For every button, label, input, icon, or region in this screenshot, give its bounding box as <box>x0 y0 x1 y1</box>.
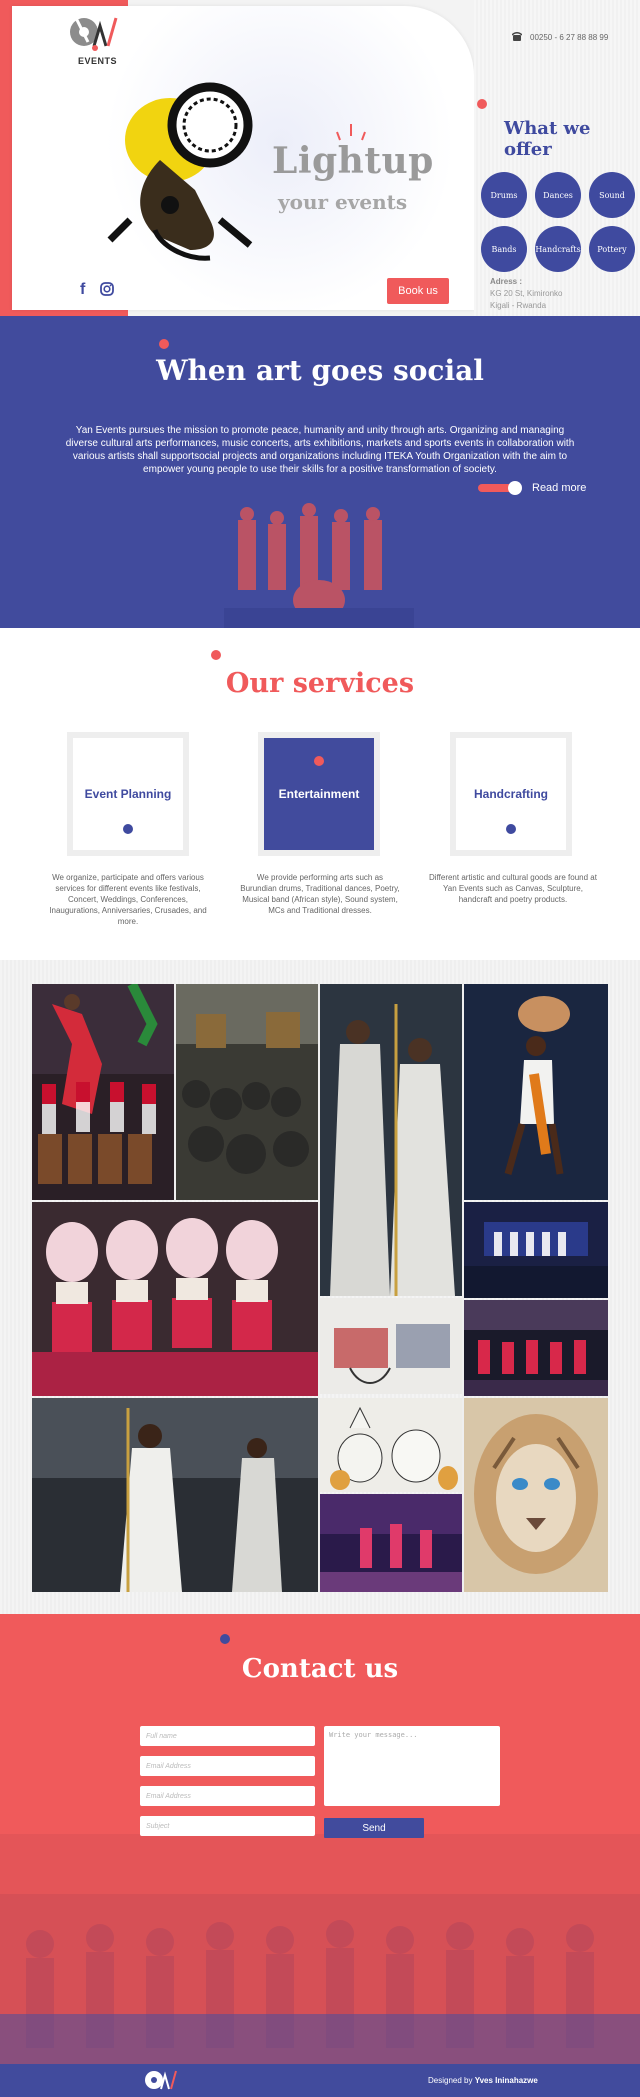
social-links: f <box>80 282 114 298</box>
offer-item-drums[interactable]: Drums <box>481 172 527 218</box>
about-section: When art goes social Yan Events pursues … <box>0 316 640 628</box>
offer-item-pottery[interactable]: Pottery <box>589 226 635 272</box>
gallery-photo-pottery[interactable] <box>320 1398 462 1492</box>
service-desc: Different artistic and cultural goods ar… <box>429 873 597 904</box>
gallery-section <box>0 960 640 1614</box>
decor-dot <box>211 650 221 660</box>
address-line-2: Kigali - Rwanda <box>490 301 547 310</box>
footer-credit-name[interactable]: Yves Ininahazwe <box>475 2076 538 2085</box>
instagram-icon[interactable] <box>100 282 114 298</box>
gallery-photo-audience[interactable] <box>176 984 318 1200</box>
read-more-link[interactable]: Read more <box>478 481 586 495</box>
gallery-photo-purple-stage[interactable] <box>320 1494 462 1592</box>
service-card-handcrafting[interactable]: Handcrafting <box>450 732 572 856</box>
gallery-photo-stage-dancers[interactable] <box>464 1300 608 1396</box>
phone-number: 00250 - 6 27 88 88 99 <box>530 32 609 42</box>
offer-item-bands[interactable]: Bands <box>481 226 527 272</box>
dancer-illustration <box>107 82 253 261</box>
footer: Designed by Yves Ininahazwe <box>0 2064 640 2097</box>
about-text: Yan Events pursues the mission to promot… <box>65 425 575 475</box>
offer-item-dances[interactable]: Dances <box>535 172 581 218</box>
offer-item-handcrafts[interactable]: Handcrafts <box>535 226 581 272</box>
services-title: Our services <box>225 668 415 699</box>
performers-photo <box>224 500 414 628</box>
hero-section: EVENTS Lightup your events f Book us 002… <box>0 0 640 316</box>
footer-credit: Designed by Yves Ininahazwe <box>428 2076 538 2085</box>
service-dot <box>123 824 133 834</box>
hero-subtitle: your events <box>278 190 408 214</box>
address-block: Adress : KG 20 St, Kimironko Kigali - Rw… <box>490 276 562 312</box>
service-label: Handcrafting <box>473 787 548 801</box>
service-label: Event Planning <box>84 787 172 801</box>
gallery-photo-dancer-orange[interactable] <box>464 984 608 1200</box>
service-card-event-planning[interactable]: Event Planning <box>67 732 189 856</box>
crowd-photo <box>0 1834 640 2064</box>
gallery-photo-drummers[interactable] <box>32 984 174 1200</box>
read-more-label[interactable]: Read more <box>532 482 586 494</box>
footer-credit-prefix: Designed by <box>428 2076 475 2085</box>
spark-icon <box>336 124 366 141</box>
footer-logo[interactable] <box>143 2067 177 2094</box>
decor-dot <box>477 99 487 109</box>
service-card-entertainment[interactable]: Entertainment <box>258 732 380 856</box>
gallery-photo-baskets[interactable] <box>320 1298 462 1394</box>
brand-logo-text: EVENTS <box>78 56 118 66</box>
email-confirm-input[interactable]: Email Address <box>140 1786 315 1806</box>
email-input[interactable]: Email Address <box>140 1756 315 1776</box>
address-line-1: KG 20 St, Kimironko <box>490 289 563 298</box>
contact-title: Contact us <box>241 1654 399 1684</box>
hero-title: Lightup <box>272 140 434 182</box>
offer-item-sound[interactable]: Sound <box>589 172 635 218</box>
phone-icon <box>512 32 522 41</box>
offer-grid: Drums Dances Sound Bands Handcrafts Pott… <box>481 172 637 272</box>
service-dot <box>506 824 516 834</box>
read-more-toggle[interactable] <box>478 481 522 495</box>
service-desc: We organize, participate and offers vari… <box>49 873 207 926</box>
message-textarea[interactable]: Write your message... <box>324 1726 500 1806</box>
decor-dot <box>220 1634 230 1644</box>
page: EVENTS Lightup your events f Book us 002… <box>0 0 640 2097</box>
about-title: When art goes social <box>156 354 484 387</box>
gallery-photo-lion-painting[interactable] <box>464 1398 608 1592</box>
gallery-photo-king-spear[interactable] <box>32 1398 318 1592</box>
services-section: Our services Event Planning Entertainmen… <box>0 628 640 960</box>
address-label: Adress : <box>490 277 523 286</box>
fullname-input[interactable]: Full name <box>140 1726 315 1746</box>
subject-input[interactable]: Subject <box>140 1816 315 1836</box>
phone-contact: 00250 - 6 27 88 88 99 <box>512 32 608 42</box>
service-dot <box>314 756 324 766</box>
service-label: Entertainment <box>278 787 360 801</box>
gallery-photo-stage-blue[interactable] <box>464 1202 608 1298</box>
gallery-photo-intore-dancers[interactable] <box>32 1202 318 1396</box>
send-button[interactable]: Send <box>324 1818 424 1838</box>
book-us-button[interactable]: Book us <box>387 278 449 304</box>
contact-section: Contact us Full name Email Address Email… <box>0 1614 640 2064</box>
offer-title: What we offer <box>504 118 591 160</box>
gallery-photo-couple[interactable] <box>320 984 462 1296</box>
facebook-icon[interactable]: f <box>80 282 94 298</box>
service-desc: We provide performing arts such as Burun… <box>240 873 400 915</box>
decor-dot <box>159 339 169 349</box>
